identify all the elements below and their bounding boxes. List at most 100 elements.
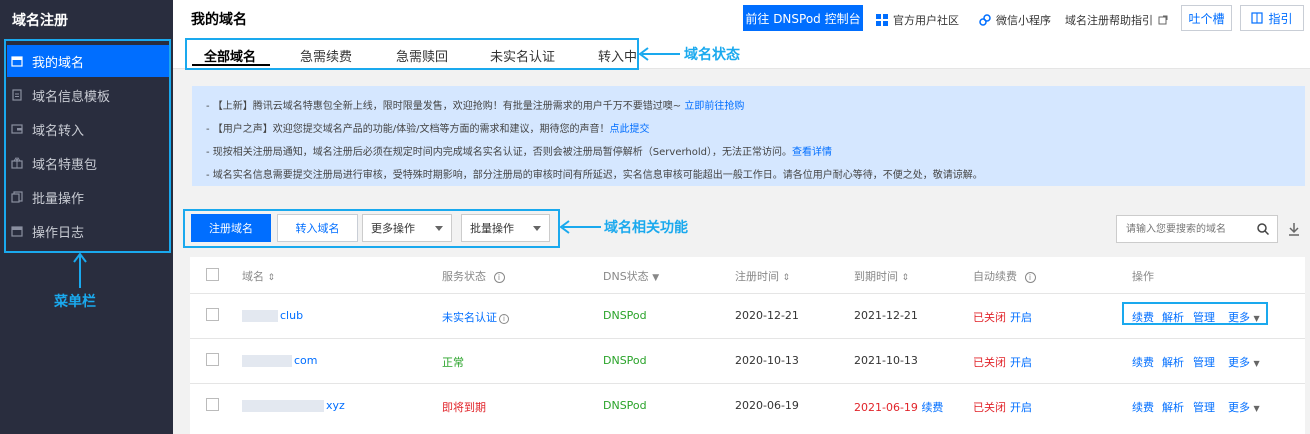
sidebar-item-templates[interactable]: 域名信息模板: [7, 79, 169, 111]
sidebar-item-label: 域名信息模板: [32, 89, 111, 105]
domain-suffix: xyz: [326, 399, 345, 412]
tab-all-domains[interactable]: 全部域名: [204, 46, 256, 65]
redacted-mask: [242, 400, 324, 412]
manage-link[interactable]: 管理: [1193, 399, 1215, 415]
info-icon[interactable]: i: [1024, 272, 1036, 283]
sidebar-item-my-domains[interactable]: 我的域名: [7, 45, 169, 77]
expire-date-value: 2021-06-19: [854, 401, 918, 414]
notice-text: - 【上新】腾讯云域名特惠包全新上线，限时限量发售，欢迎抢购！有批量注册需求的用…: [206, 101, 685, 112]
sidebar-item-batch[interactable]: 批量操作: [7, 181, 169, 213]
search-input[interactable]: [1117, 216, 1252, 242]
more-ops-dropdown[interactable]: 更多操作: [362, 214, 452, 242]
transfer-domain-button[interactable]: 转入域名: [277, 214, 358, 242]
register-date: 2020-12-21: [735, 309, 799, 322]
sidebar-item-packages[interactable]: 域名特惠包: [7, 147, 169, 179]
column-header-exp-date[interactable]: 到期时间 ⇕: [854, 268, 909, 284]
more-actions-label: 更多: [1228, 311, 1250, 324]
sidebar-item-label: 我的域名: [32, 55, 85, 71]
notice-link[interactable]: 立即前往抢购: [684, 101, 744, 112]
tab-redeem-urgent[interactable]: 急需赎回: [396, 46, 448, 65]
miniprogram-link[interactable]: 微信小程序: [979, 12, 1051, 28]
quick-renew-link[interactable]: 续费: [921, 401, 943, 414]
calendar-icon: [11, 226, 23, 237]
domain-suffix: club: [280, 309, 304, 322]
arrow-left-icon: [559, 220, 601, 234]
table-row: com 正常 DNSPod 2020-10-13 2021-10-13 已关闭 …: [190, 338, 1305, 383]
column-header-reg-date[interactable]: 注册时间 ⇕: [735, 268, 790, 284]
document-icon: [12, 89, 22, 101]
dnspod-console-button[interactable]: 前往 DNSPod 控制台: [743, 5, 863, 31]
column-header-label: 注册时间: [735, 270, 779, 283]
manage-link[interactable]: 管理: [1193, 309, 1215, 325]
more-actions-link[interactable]: 更多 ▼: [1228, 399, 1260, 415]
more-actions-link[interactable]: 更多 ▼: [1228, 354, 1260, 370]
resolve-link[interactable]: 解析: [1162, 399, 1184, 415]
dns-status: DNSPod: [603, 354, 647, 367]
column-header-dns[interactable]: DNS状态 ▼: [603, 268, 659, 284]
help-guide-link[interactable]: 域名注册帮助指引: [1065, 12, 1168, 28]
tab-unverified[interactable]: 未实名认证: [490, 46, 555, 65]
feedback-button[interactable]: 吐个槽: [1181, 5, 1232, 31]
status-text[interactable]: 未实名认证 i: [442, 309, 509, 325]
caret-down-icon: ▼: [1253, 404, 1260, 413]
renew-link[interactable]: 续费: [1132, 309, 1154, 325]
sidebar-annotation: 菜单栏: [54, 294, 96, 310]
sidebar-item-label: 域名特惠包: [32, 157, 98, 173]
domain-name-link[interactable]: com: [242, 354, 318, 367]
sort-icon: ⇕: [901, 273, 910, 283]
row-checkbox[interactable]: [206, 398, 219, 411]
enable-auto-renew-link[interactable]: 开启: [1010, 399, 1032, 415]
notice-line: - 【用户之声】欢迎您提交域名产品的功能/体验/文档等方面的需求和建议，期待您的…: [206, 120, 650, 135]
notice-link[interactable]: 点此提交: [610, 124, 650, 135]
guide-button[interactable]: 指引: [1240, 5, 1304, 31]
enable-auto-renew-link[interactable]: 开启: [1010, 354, 1032, 370]
caret-down-icon: [435, 225, 443, 231]
dns-status: DNSPod: [603, 309, 647, 322]
caret-down-icon: ▼: [1253, 314, 1260, 323]
table-row: club 未实名认证 i DNSPod 2020-12-21 2021-12-21…: [190, 293, 1305, 338]
row-checkbox[interactable]: [206, 308, 219, 321]
register-domain-button[interactable]: 注册域名: [191, 214, 271, 242]
sidebar-item-logs[interactable]: 操作日志: [7, 215, 169, 247]
manage-link[interactable]: 管理: [1193, 354, 1215, 370]
more-actions-link[interactable]: 更多 ▼: [1228, 309, 1260, 325]
community-link[interactable]: 官方用户社区: [876, 12, 959, 28]
sidebar-item-label: 域名转入: [32, 123, 85, 139]
grid-icon: [876, 14, 888, 26]
renew-link[interactable]: 续费: [1132, 354, 1154, 370]
notice-line: - 【上新】腾讯云域名特惠包全新上线，限时限量发售，欢迎抢购！有批量注册需求的用…: [206, 97, 744, 112]
sidebar-item-transfer[interactable]: 域名转入: [7, 113, 169, 145]
sort-icon: ⇕: [782, 273, 791, 283]
sort-icon: ⇕: [267, 273, 276, 283]
caret-down-icon: ▼: [1253, 359, 1260, 368]
download-icon[interactable]: [1288, 222, 1300, 236]
copy-icon: [11, 191, 23, 203]
search-icon[interactable]: [1257, 223, 1269, 235]
more-ops-label: 更多操作: [371, 222, 415, 235]
renew-link[interactable]: 续费: [1132, 399, 1154, 415]
column-header-label: 域名: [242, 270, 264, 283]
resolve-link[interactable]: 解析: [1162, 309, 1184, 325]
row-checkbox[interactable]: [206, 353, 219, 366]
domain-table: 域名 ⇕ 服务状态 i DNS状态 ▼ 注册时间 ⇕ 到期时间 ⇕ 自动续费 i…: [190, 257, 1305, 434]
domain-name-link[interactable]: club: [242, 309, 303, 322]
domain-name-link[interactable]: xyz: [242, 399, 345, 412]
column-header-label: 自动续费: [973, 270, 1017, 283]
column-header-domain[interactable]: 域名 ⇕: [242, 268, 275, 284]
batch-ops-dropdown[interactable]: 批量操作: [461, 214, 550, 242]
batch-ops-label: 批量操作: [470, 222, 514, 235]
info-icon: i: [499, 314, 509, 324]
miniprogram-link-label: 微信小程序: [996, 14, 1051, 27]
sidebar-item-label: 批量操作: [32, 191, 85, 207]
tab-transferring[interactable]: 转入中: [598, 46, 637, 65]
enable-auto-renew-link[interactable]: 开启: [1010, 309, 1032, 325]
notice-link[interactable]: 查看详情: [792, 147, 832, 158]
select-all-checkbox[interactable]: [206, 268, 219, 281]
info-icon[interactable]: i: [493, 272, 505, 283]
redacted-mask: [242, 310, 278, 322]
resolve-link[interactable]: 解析: [1162, 354, 1184, 370]
tab-renew-urgent[interactable]: 急需续费: [300, 46, 352, 65]
notice-line: - 域名实名信息需要提交注册局进行审核，受特殊时期影响，部分注册局的审核时间有所…: [206, 166, 983, 181]
sidebar-item-label: 操作日志: [32, 225, 85, 241]
column-header-label: 到期时间: [854, 270, 898, 283]
